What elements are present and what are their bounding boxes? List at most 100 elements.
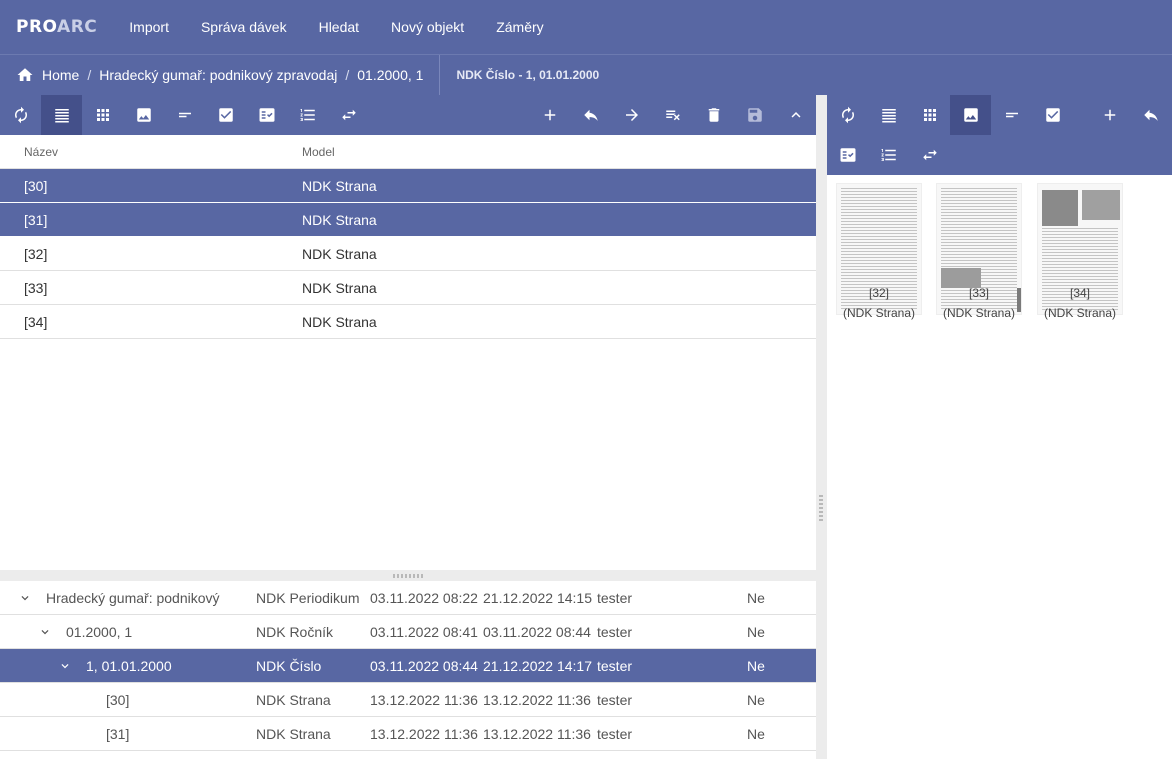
current-object-title: NDK Číslo - 1, 01.01.2000 (456, 68, 600, 82)
tree-locked: Ne (747, 590, 765, 606)
swap-button[interactable] (909, 135, 950, 175)
tree-model: NDK Ročník (256, 624, 334, 640)
metadata-button[interactable] (827, 135, 868, 175)
nav-hledat[interactable]: Hledat (303, 0, 375, 54)
row-model: NDK Strana (302, 178, 377, 194)
tree-modified: 21.12.2022 14:15 (483, 590, 592, 606)
tree-model: NDK Periodikum (256, 590, 360, 606)
breadcrumb-volume[interactable]: 01.2000, 1 (357, 67, 423, 83)
reply-button[interactable] (570, 95, 611, 135)
tree-owner: tester (597, 726, 633, 742)
reply-icon (1143, 109, 1158, 121)
swap-horiz-icon (341, 109, 356, 121)
tree-label: [31] (106, 726, 130, 742)
tree-row[interactable]: 01.2000, 1 NDK Ročník 03.11.2022 08:41 0… (0, 615, 816, 649)
breadcrumb: Home / Hradecký gumař: podnikový zpravod… (0, 55, 423, 95)
tree-row[interactable]: [30] NDK Strana 13.12.2022 11:36 13.12.2… (0, 683, 816, 717)
nav-zamery[interactable]: Záměry (480, 0, 559, 54)
home-icon[interactable] (16, 66, 34, 84)
tree-modified: 13.12.2022 11:36 (483, 726, 591, 742)
refresh-button[interactable] (0, 95, 41, 135)
table-row[interactable]: [34] NDK Strana (0, 305, 816, 339)
table-row[interactable]: [30] NDK Strana (0, 169, 816, 203)
reply-button[interactable] (1130, 95, 1171, 135)
tree-label: Hradecký gumař: podnikový (46, 590, 220, 606)
horizontal-splitter[interactable] (0, 570, 816, 581)
image-view-button[interactable] (123, 95, 164, 135)
table-row[interactable]: [33] NDK Strana (0, 271, 816, 305)
delete-button[interactable] (693, 95, 734, 135)
column-header-model[interactable]: Model (302, 145, 335, 159)
nav-import[interactable]: Import (113, 0, 185, 54)
select-all-button[interactable] (1032, 95, 1073, 135)
short-lines-button[interactable] (991, 95, 1032, 135)
clear-selection-button[interactable] (652, 95, 693, 135)
page-thumbnail[interactable]: [33] (NDK Strana) (931, 183, 1027, 320)
grid-view-button[interactable] (82, 95, 123, 135)
right-toolbar (827, 95, 1172, 175)
tree-created: 03.11.2022 08:44 (370, 658, 478, 674)
left-toolbar (0, 95, 816, 135)
fact-check-icon (840, 148, 855, 162)
tree-owner: tester (597, 590, 633, 606)
save-icon (747, 108, 762, 122)
tree-modified: 13.12.2022 11:36 (483, 692, 591, 708)
tree-row[interactable]: 1, 01.01.2000 NDK Číslo 03.11.2022 08:44… (0, 649, 816, 683)
collapse-button[interactable] (775, 95, 816, 135)
row-model: NDK Strana (302, 246, 377, 262)
chevron-up-icon (791, 112, 800, 118)
short-lines-button[interactable] (164, 95, 205, 135)
table-row[interactable]: [31] NDK Strana (0, 203, 816, 237)
forward-button[interactable] (611, 95, 652, 135)
row-name: [33] (24, 280, 48, 296)
drag-handle-icon (819, 495, 823, 523)
swap-button[interactable] (328, 95, 369, 135)
tree-label: 1, 01.01.2000 (86, 658, 172, 674)
breadcrumb-separator: / (87, 67, 92, 83)
short-text-icon (178, 112, 191, 118)
metadata-button[interactable] (246, 95, 287, 135)
save-button[interactable] (734, 95, 775, 135)
refresh-icon (841, 106, 854, 124)
fact-check-icon (259, 108, 274, 122)
list-view-button[interactable] (868, 95, 909, 135)
add-button[interactable] (529, 95, 570, 135)
vertical-splitter[interactable] (816, 95, 827, 759)
select-all-button[interactable] (205, 95, 246, 135)
thumbnail-panel: [32] (NDK Strana) [33] (NDK Strana) [34]… (827, 175, 1172, 759)
tree-owner: tester (597, 658, 633, 674)
breadcrumb-home[interactable]: Home (42, 67, 79, 83)
image-icon (963, 108, 978, 122)
table-row[interactable]: [32] NDK Strana (0, 237, 816, 271)
nav-sprava-davek[interactable]: Správa dávek (185, 0, 303, 54)
app-logo[interactable]: PROARC (16, 17, 97, 37)
add-button[interactable] (1089, 95, 1130, 135)
grid-view-button[interactable] (909, 95, 950, 135)
tree-modified: 21.12.2022 14:17 (483, 658, 592, 674)
chevron-down-icon[interactable] (18, 591, 32, 605)
list-lines-icon (881, 109, 896, 123)
tree-row[interactable]: [31] NDK Strana 13.12.2022 11:36 13.12.2… (0, 717, 816, 751)
logo-accent: ARC (57, 17, 98, 37)
arrow-forward-icon (625, 109, 638, 121)
row-name: [31] (24, 212, 48, 228)
chevron-down-icon[interactable] (38, 625, 52, 639)
row-name: [30] (24, 178, 48, 194)
column-header-name[interactable]: Název (24, 145, 58, 159)
refresh-icon (14, 106, 27, 124)
tree-owner: tester (597, 692, 633, 708)
nav-novy-objekt[interactable]: Nový objekt (375, 0, 480, 54)
image-view-button[interactable] (950, 95, 991, 135)
tree-row[interactable]: Hradecký gumař: podnikový NDK Periodikum… (0, 581, 816, 615)
breadcrumb-periodical[interactable]: Hradecký gumař: podnikový zpravodaj (99, 67, 337, 83)
chevron-down-icon[interactable] (58, 659, 72, 673)
numbered-list-button[interactable] (868, 135, 909, 175)
numbered-list-button[interactable] (287, 95, 328, 135)
tree-created: 13.12.2022 11:36 (370, 726, 478, 742)
refresh-button[interactable] (827, 95, 868, 135)
numbered-list-icon (881, 149, 896, 161)
page-thumbnail[interactable]: [34] (NDK Strana) (1032, 183, 1128, 320)
list-view-button[interactable] (41, 95, 82, 135)
image-icon (136, 108, 151, 122)
page-thumbnail[interactable]: [32] (NDK Strana) (831, 183, 927, 320)
